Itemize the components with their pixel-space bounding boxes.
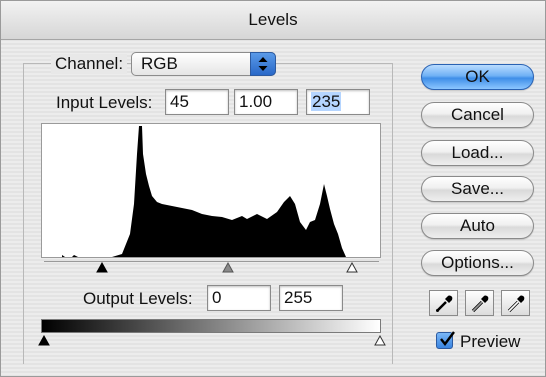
output-white-slider[interactable]	[374, 335, 386, 346]
preview-checkbox[interactable]	[436, 331, 455, 349]
input-slider-track	[44, 261, 379, 262]
output-levels-label: Output Levels:	[83, 289, 193, 308]
histogram	[41, 123, 381, 258]
options-button[interactable]: Options...	[421, 250, 534, 276]
cancel-button[interactable]: Cancel	[421, 102, 534, 128]
white-eyedropper-button[interactable]	[501, 290, 530, 316]
auto-button[interactable]: Auto	[421, 213, 534, 239]
channel-label: Channel:	[51, 54, 128, 74]
channel-value: RGB	[141, 54, 178, 73]
levels-dialog: Levels Channel: RGB Input Levels: 45 1.0…	[0, 0, 546, 377]
checkmark-icon	[440, 331, 455, 346]
output-gradient-bar	[41, 319, 381, 333]
input-levels-label: Input Levels:	[56, 93, 153, 112]
output-white-field[interactable]: 255	[279, 285, 343, 311]
black-eyedropper-icon	[436, 295, 453, 312]
histogram-data	[42, 126, 346, 257]
stepper-arrows-icon	[250, 52, 276, 76]
gamma-slider[interactable]	[222, 262, 234, 273]
save-button[interactable]: Save...	[421, 176, 534, 202]
input-white-value: 235	[311, 92, 342, 111]
load-button[interactable]: Load...	[421, 140, 534, 166]
histogram-graph	[42, 126, 346, 257]
gray-eyedropper-icon	[471, 295, 489, 313]
output-black-field[interactable]: 0	[207, 285, 271, 311]
ok-button[interactable]: OK	[421, 64, 534, 90]
black-point-slider[interactable]	[96, 262, 108, 273]
output-black-slider[interactable]	[38, 335, 50, 346]
white-eyedropper-icon	[507, 295, 525, 313]
window-title: Levels	[1, 1, 545, 40]
channel-select[interactable]: RGB	[131, 52, 276, 76]
black-eyedropper-button[interactable]	[429, 290, 458, 316]
gray-eyedropper-button[interactable]	[465, 290, 494, 316]
input-white-field[interactable]: 235	[306, 89, 370, 115]
input-black-field[interactable]: 45	[165, 89, 229, 115]
white-point-slider[interactable]	[346, 262, 358, 273]
input-gamma-field[interactable]: 1.00	[234, 89, 298, 115]
preview-label[interactable]: Preview	[460, 332, 520, 352]
